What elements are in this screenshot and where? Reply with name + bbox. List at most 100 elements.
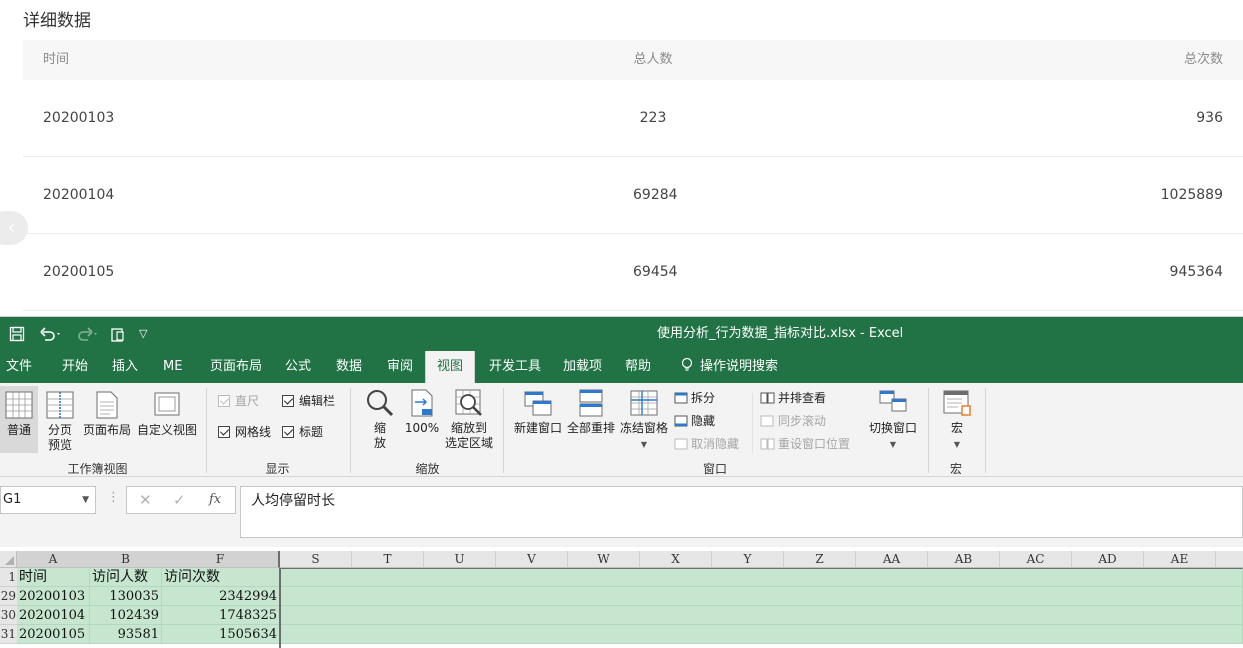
cell-total-count: 936	[1196, 110, 1223, 126]
ruler-checkbox[interactable]: 直尺	[218, 393, 259, 409]
cell-f31[interactable]: 1505634	[162, 625, 280, 644]
redo-icon[interactable]	[74, 317, 98, 351]
column-header-ad[interactable]: AD	[1072, 551, 1144, 568]
row-header[interactable]: 31	[0, 625, 17, 644]
worksheet-grid[interactable]: A B F S T U V W X Y Z AA AB AC AD AE 1 2…	[0, 547, 1243, 648]
customize-toolbar-icon[interactable]: ▽	[139, 317, 147, 351]
side-by-side-icon	[760, 392, 775, 404]
excel-window: ▽ 使用分析_行为数据_指标对比.xlsx - Excel 文件 开始 插入 M…	[0, 316, 1243, 648]
column-header-s[interactable]: S	[280, 551, 352, 568]
title-bar: ▽ 使用分析_行为数据_指标对比.xlsx - Excel	[0, 317, 1243, 351]
tab-help[interactable]: 帮助	[619, 351, 657, 383]
row-header[interactable]: 29	[0, 587, 17, 606]
cancel-icon[interactable]: ✕	[139, 487, 152, 513]
column-header-b[interactable]: B	[90, 551, 162, 568]
sync-scroll-button[interactable]: 同步滚动	[760, 413, 826, 429]
tab-developer[interactable]: 开发工具	[483, 351, 547, 383]
name-box[interactable]: G1 ▼	[0, 486, 96, 514]
column-header-ab[interactable]: AB	[928, 551, 1000, 568]
arrange-all-button[interactable]: 全部重排	[566, 388, 616, 436]
column-header-x[interactable]: X	[640, 551, 712, 568]
column-header-t[interactable]: T	[352, 551, 424, 568]
save-icon[interactable]	[9, 317, 25, 351]
zoom-100-icon	[411, 389, 433, 417]
page-break-preview-button[interactable]: 分页 预览	[43, 390, 77, 453]
gridlines-label: 网格线	[235, 425, 272, 439]
cell-a31[interactable]: 20200105	[17, 625, 90, 644]
page-layout-view-button[interactable]: 页面布局	[82, 390, 132, 438]
tab-data[interactable]: 数据	[330, 351, 368, 383]
column-header-f[interactable]: F	[162, 551, 280, 568]
headings-checkbox[interactable]: 标题	[282, 424, 323, 440]
view-side-by-side-button[interactable]: 并排查看	[760, 390, 826, 406]
cell-row31-rest[interactable]	[280, 625, 1243, 644]
column-header-ae[interactable]: AE	[1144, 551, 1216, 568]
page-layout-icon	[96, 391, 118, 419]
cell-row30-rest[interactable]	[280, 606, 1243, 625]
macros-button[interactable]: 宏 ▼	[938, 388, 976, 452]
tab-home[interactable]: 开始	[56, 351, 94, 383]
column-header-v[interactable]: V	[496, 551, 568, 568]
cell-total-count: 945364	[1169, 264, 1223, 280]
column-header-w[interactable]: W	[568, 551, 640, 568]
switch-windows-button[interactable]: 切换窗口 ▼	[866, 388, 920, 452]
gridlines-checkbox[interactable]: 网格线	[218, 424, 271, 440]
cell-row29-rest[interactable]	[280, 587, 1243, 606]
hide-button[interactable]: 隐藏	[674, 413, 715, 429]
column-header-ac[interactable]: AC	[1000, 551, 1072, 568]
zoom-button[interactable]: 缩 放	[362, 388, 398, 451]
normal-view-button[interactable]: 普通	[0, 386, 38, 453]
section-title: 详细数据	[23, 11, 91, 31]
cell-b31[interactable]: 93581	[90, 625, 162, 644]
formula-bar-checkbox[interactable]: 编辑栏	[282, 393, 335, 409]
cell-b1[interactable]: 访问人数	[90, 568, 162, 587]
cell-time: 20200105	[43, 264, 115, 280]
group-macros: 宏	[949, 462, 962, 476]
enter-check-icon[interactable]: ✓	[173, 487, 186, 513]
tab-me[interactable]: ME	[157, 351, 188, 383]
cell-a29[interactable]: 20200103	[17, 587, 90, 606]
new-window-button[interactable]: 新建窗口	[512, 388, 564, 436]
column-header-aa[interactable]: AA	[856, 551, 928, 568]
formula-input[interactable]: 人均停留时长	[240, 486, 1243, 538]
cell-b29[interactable]: 130035	[90, 587, 162, 606]
tab-view[interactable]: 视图	[425, 351, 475, 383]
cell-b30[interactable]: 102439	[90, 606, 162, 625]
magnifier-icon	[367, 390, 394, 417]
unhide-button[interactable]: 取消隐藏	[674, 436, 739, 452]
column-header-u[interactable]: U	[424, 551, 496, 568]
tab-formulas[interactable]: 公式	[279, 351, 317, 383]
more-options-icon: ⋮	[107, 490, 120, 505]
select-all-corner[interactable]	[0, 551, 17, 568]
window-title: 使用分析_行为数据_指标对比.xlsx - Excel	[657, 326, 904, 341]
custom-views-button[interactable]: 自定义视图	[136, 390, 198, 438]
cell-f30[interactable]: 1748325	[162, 606, 280, 625]
freeze-panes-button[interactable]: 冻结窗格 ▼	[619, 388, 669, 452]
column-header-y[interactable]: Y	[712, 551, 784, 568]
row-header[interactable]: 30	[0, 606, 17, 625]
reset-window-position-button[interactable]: 重设窗口位置	[760, 436, 850, 452]
touch-mode-icon[interactable]	[110, 317, 126, 351]
insert-function-icon[interactable]: fx	[209, 487, 221, 513]
zoom-100-button[interactable]: 100%	[404, 388, 440, 436]
cell-f29[interactable]: 2342994	[162, 587, 280, 606]
tab-file[interactable]: 文件	[0, 351, 38, 383]
split-button[interactable]: 拆分	[674, 390, 715, 406]
column-header-next[interactable]	[1216, 551, 1243, 568]
cell-row1-rest[interactable]	[280, 568, 1243, 587]
cell-f1[interactable]: 访问次数	[162, 568, 280, 587]
divider	[206, 388, 207, 473]
zoom-to-selection-button[interactable]: 缩放到 选定区域	[444, 388, 494, 451]
tab-add-ins[interactable]: 加载项	[557, 351, 608, 383]
undo-icon[interactable]	[39, 317, 63, 351]
cell-a1[interactable]: 时间	[17, 568, 90, 587]
column-header-a[interactable]: A	[17, 551, 90, 568]
cell-a30[interactable]: 20200104	[17, 606, 90, 625]
column-header-z[interactable]: Z	[784, 551, 856, 568]
row-header[interactable]: 1	[0, 568, 17, 587]
tab-page-layout[interactable]: 页面布局	[204, 351, 268, 383]
tab-review[interactable]: 审阅	[381, 351, 419, 383]
tab-insert[interactable]: 插入	[106, 351, 144, 383]
group-window: 窗口	[702, 462, 727, 476]
tell-me-search[interactable]: 操作说明搜索	[674, 351, 784, 383]
